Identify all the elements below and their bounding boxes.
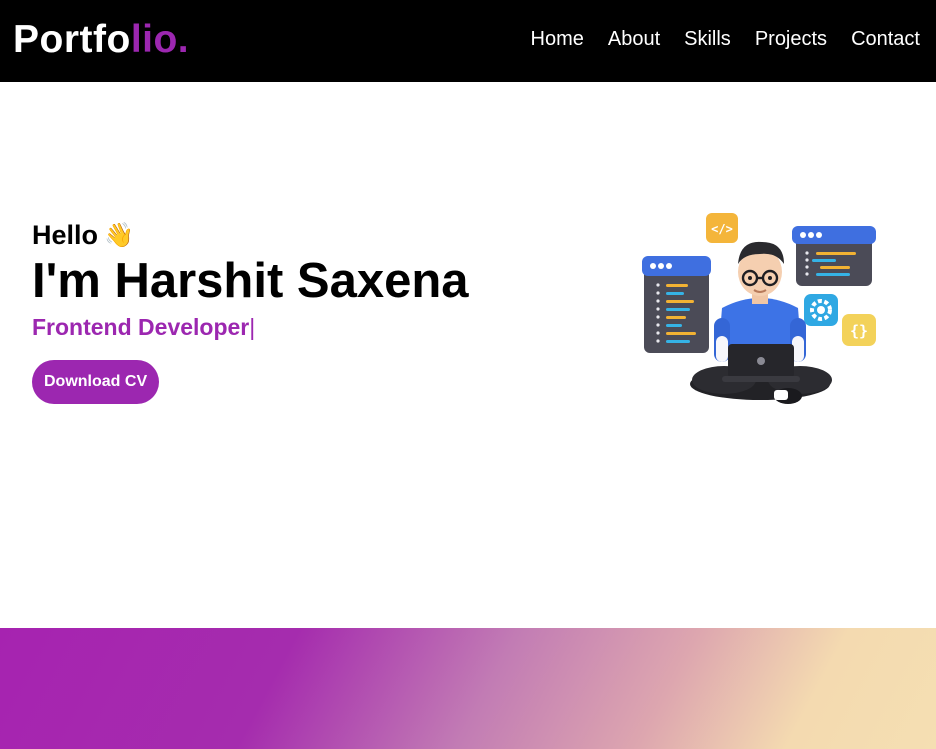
code-tag-badge-icon: </> [706, 213, 738, 243]
hero-role: Frontend Developer [32, 313, 250, 340]
nav-home[interactable]: Home [531, 28, 584, 51]
hero-section: Hello 👋 I'm Harshit Saxena Frontend Deve… [32, 222, 469, 405]
nav-about[interactable]: About [608, 28, 660, 51]
greeting-line: Hello 👋 [32, 222, 469, 249]
code-window-right-icon [792, 226, 876, 286]
nav-projects[interactable]: Projects [755, 28, 827, 51]
logo-main: Portfo [13, 17, 131, 61]
hero-name: I'm Harshit Saxena [32, 254, 469, 308]
nav-contact[interactable]: Contact [851, 28, 920, 51]
braces-badge-icon: {} [842, 314, 876, 346]
logo-accent: lio. [130, 17, 190, 61]
code-window-left-icon [642, 256, 711, 353]
nav-skills[interactable]: Skills [684, 28, 731, 51]
waving-hand-icon: 👋 [104, 221, 134, 249]
greeting-text: Hello [32, 220, 99, 250]
gradient-section [0, 628, 936, 749]
gear-badge-icon [804, 294, 838, 326]
svg-text:</>: </> [711, 222, 733, 236]
hero-role-line: Frontend Developer| [32, 313, 469, 340]
site-logo[interactable]: Portfolio. [13, 20, 189, 59]
typing-caret: | [249, 313, 256, 340]
developer-with-laptop-illustration: </> {} [642, 213, 876, 404]
navbar: Portfolio. Home About Skills Projects Co… [0, 0, 936, 82]
svg-text:{}: {} [850, 322, 868, 340]
nav-menu: Home About Skills Projects Contact [531, 28, 920, 51]
download-cv-button[interactable]: Download CV [32, 360, 160, 405]
